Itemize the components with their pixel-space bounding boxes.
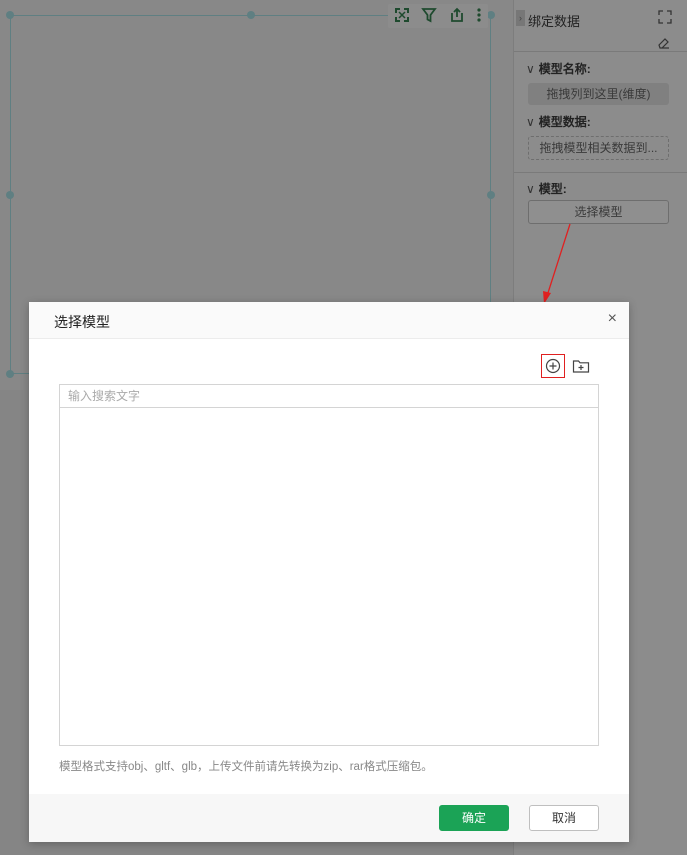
- select-model-dialog: 选择模型 × 模型格式支持obj、gltf、glb，上传文件前请先转换为zip、…: [29, 302, 629, 842]
- add-model-button[interactable]: [541, 354, 565, 378]
- close-icon[interactable]: ×: [608, 310, 617, 328]
- dialog-header: 选择模型 ×: [29, 302, 629, 339]
- format-hint: 模型格式支持obj、gltf、glb，上传文件前请先转换为zip、rar格式压缩…: [59, 761, 433, 773]
- folder-add-icon: [572, 360, 590, 373]
- add-circle-icon: [545, 358, 561, 374]
- model-list[interactable]: [59, 408, 599, 746]
- dialog-title: 选择模型: [54, 314, 110, 330]
- search-input[interactable]: [59, 384, 599, 408]
- cancel-button[interactable]: 取消: [529, 805, 599, 831]
- dialog-footer: 确定 取消: [29, 794, 629, 842]
- confirm-button[interactable]: 确定: [439, 805, 509, 831]
- add-folder-button[interactable]: [569, 354, 593, 378]
